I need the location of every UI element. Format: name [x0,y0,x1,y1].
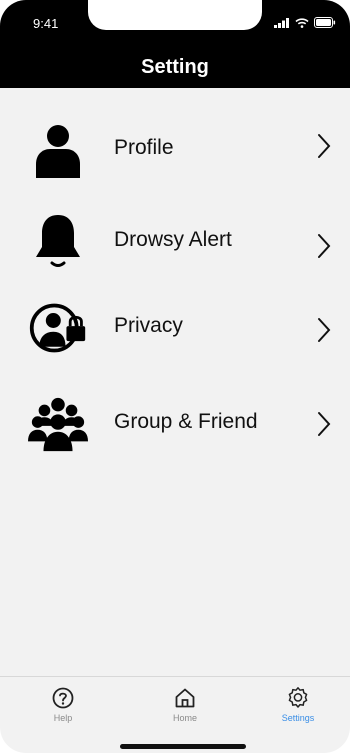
top-bar: 9:41 Setting [0,0,350,88]
help-icon [33,685,93,711]
menu-item-drowsy-alert[interactable]: Drowsy Alert [0,206,350,276]
tab-bar: Help Home Settings [0,676,350,753]
chevron-right-icon [318,318,331,342]
home-icon [155,685,215,711]
chevron-right-icon [318,412,331,436]
tab-home[interactable]: Home [155,685,215,723]
tab-label: Home [172,713,197,723]
wifi-icon [295,17,309,28]
tab-label: Help [53,713,73,723]
gear-icon [268,685,328,711]
status-time: 9:41 [33,16,59,31]
home-indicator[interactable] [120,744,246,749]
menu-item-label: Group & Friend [114,410,258,433]
status-icons [274,17,336,28]
phone-screen: 9:41 Setting Profile Drowsy Alert Privac… [0,0,350,753]
person-icon [28,120,88,180]
battery-icon [314,17,336,28]
chevron-right-icon [318,234,331,258]
group-icon [28,394,88,454]
menu-item-label: Privacy [114,314,183,337]
tab-help[interactable]: Help [33,685,93,723]
settings-list: Profile Drowsy Alert Privacy Group & Fri… [0,88,350,676]
page-title: Setting [141,56,209,78]
device-notch [88,0,262,30]
tab-settings[interactable]: Settings [268,685,328,723]
bell-icon [28,212,88,272]
menu-item-profile[interactable]: Profile [0,114,350,184]
menu-item-label: Drowsy Alert [114,228,232,251]
menu-item-privacy[interactable]: Privacy [0,292,350,362]
tab-label: Settings [281,713,315,723]
menu-item-label: Profile [114,136,174,159]
menu-item-group-friend[interactable]: Group & Friend [0,388,350,458]
signal-icon [274,17,289,28]
privacy-lock-icon [28,298,88,358]
chevron-right-icon [318,134,331,158]
